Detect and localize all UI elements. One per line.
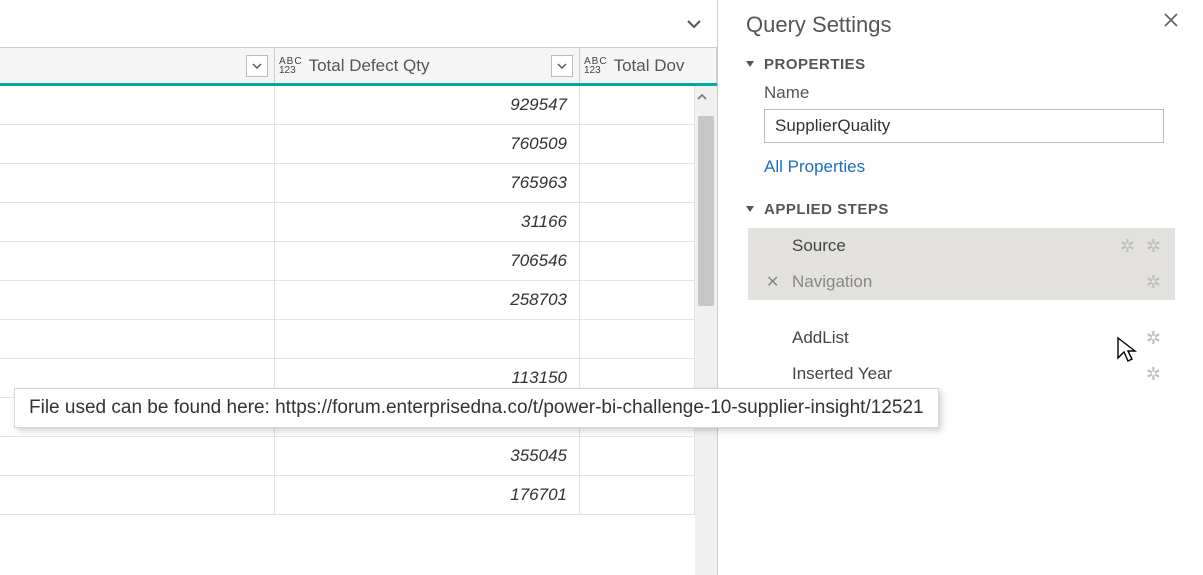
step-label: Source [792, 236, 846, 256]
collapse-triangle-icon [746, 61, 754, 67]
gear-icon[interactable]: ✲ [1146, 328, 1161, 349]
cell-defect [275, 320, 580, 358]
cell-defect: 929547 [275, 86, 580, 124]
gear-icon[interactable]: ✲ [1120, 236, 1135, 257]
panel-title: Query Settings [746, 12, 1175, 38]
gear-icon[interactable]: ✲ [1146, 236, 1161, 257]
column-header-0[interactable] [0, 48, 275, 83]
collapse-triangle-icon [746, 206, 754, 212]
column-header-2[interactable]: ABC 123 Total Dov [580, 48, 717, 83]
cell-defect: 258703 [275, 281, 580, 319]
all-properties-link[interactable]: All Properties [764, 157, 1175, 177]
table-row[interactable]: 355045 [0, 437, 695, 476]
applied-step-source[interactable]: Source ✲ ✲ [748, 228, 1175, 264]
column-header-1[interactable]: ABC 123 Total Defect Qty [275, 48, 580, 83]
filter-dropdown-button[interactable] [551, 55, 573, 77]
section-label: APPLIED STEPS [764, 201, 889, 218]
filter-dropdown-button[interactable] [246, 55, 268, 77]
scroll-up-icon[interactable] [695, 90, 717, 104]
table-row[interactable]: 765963 [0, 164, 695, 203]
applied-step-navigation[interactable]: ✕ Navigation ✲ [748, 264, 1175, 300]
step-label: Inserted Year [792, 364, 892, 384]
grid-body: 929547 760509 765963 31166 706546 258703… [0, 86, 717, 575]
table-row[interactable]: 929547 [0, 86, 695, 125]
column-headers: ABC 123 Total Defect Qty ABC 123 Total D… [0, 48, 717, 86]
gear-icon[interactable]: ✲ [1146, 272, 1161, 293]
cell-defect: 176701 [275, 476, 580, 514]
table-row[interactable] [0, 320, 695, 359]
cell-defect: 760509 [275, 125, 580, 163]
data-type-icon[interactable]: ABC 123 [279, 57, 303, 75]
cell-defect: 765963 [275, 164, 580, 202]
formula-bar [0, 0, 717, 48]
data-grid: ABC 123 Total Defect Qty ABC 123 Total D… [0, 0, 718, 575]
table-row[interactable]: 176701 [0, 476, 695, 515]
step-label: AddList [792, 328, 849, 348]
column-label: Total Dov [614, 56, 685, 76]
close-panel-button[interactable] [1161, 10, 1181, 30]
cell-defect: 355045 [275, 437, 580, 475]
cell-defect: 706546 [275, 242, 580, 280]
properties-section-header[interactable]: PROPERTIES [746, 56, 1175, 73]
applied-step-addlist[interactable]: AddList ✲ [748, 320, 1175, 356]
cell-defect: 31166 [275, 203, 580, 241]
step-description-tooltip: File used can be found here: https://for… [14, 388, 939, 428]
scrollbar-thumb[interactable] [698, 116, 714, 306]
section-label: PROPERTIES [764, 56, 866, 73]
query-settings-panel: Query Settings PROPERTIES Name All Prope… [718, 0, 1203, 575]
column-label: Total Defect Qty [309, 56, 545, 76]
expand-formula-button[interactable] [683, 13, 705, 35]
applied-step-inserted-year[interactable]: Inserted Year ✲ [748, 356, 1175, 392]
name-label: Name [764, 83, 1175, 103]
query-name-input[interactable] [764, 109, 1164, 143]
applied-step[interactable] [748, 300, 1175, 320]
delete-step-icon[interactable]: ✕ [766, 272, 779, 292]
table-row[interactable]: 706546 [0, 242, 695, 281]
data-type-icon[interactable]: ABC 123 [584, 57, 608, 75]
table-row[interactable]: 31166 [0, 203, 695, 242]
table-row[interactable]: 258703 [0, 281, 695, 320]
gear-icon[interactable]: ✲ [1146, 364, 1161, 385]
table-row[interactable]: 760509 [0, 125, 695, 164]
step-label: Navigation [792, 272, 872, 292]
applied-steps-section-header[interactable]: APPLIED STEPS [746, 201, 1175, 218]
type-bottom: 123 [584, 66, 608, 75]
type-bottom: 123 [279, 66, 303, 75]
vertical-scrollbar[interactable] [695, 86, 717, 575]
